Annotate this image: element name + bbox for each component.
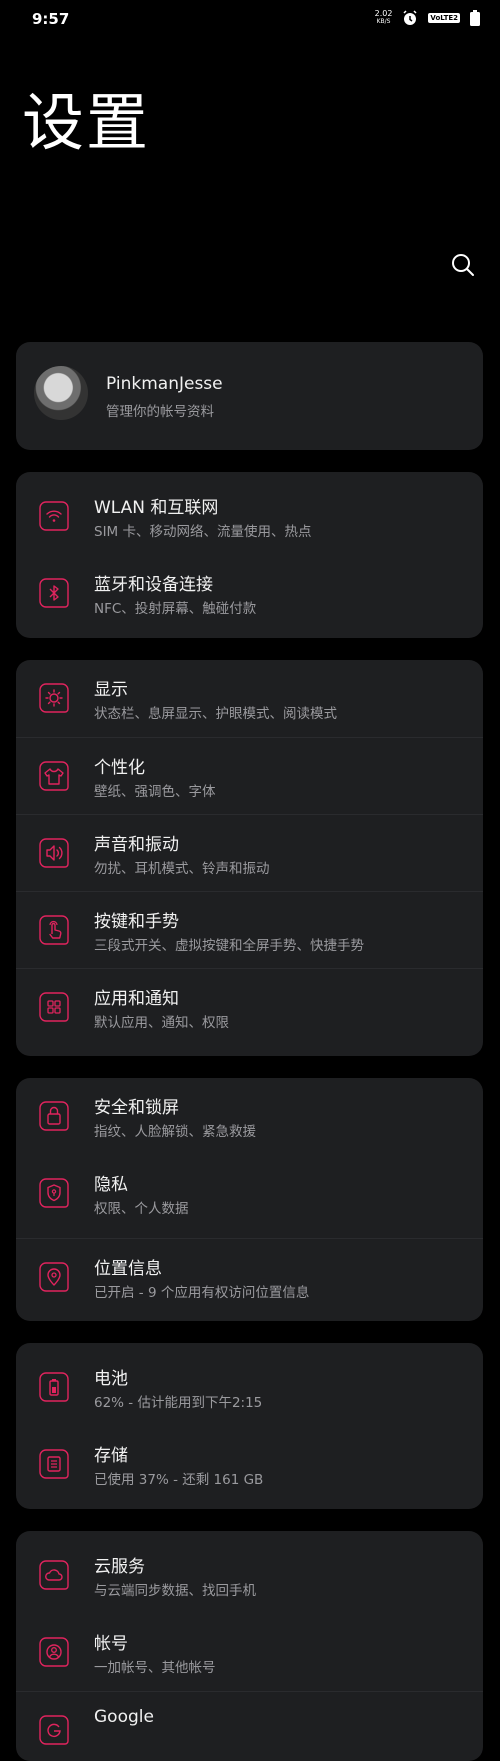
settings-item-subtitle: 默认应用、通知、权限 [94, 1015, 229, 1031]
storage-icon [39, 1449, 69, 1479]
settings-item-subtitle: SIM 卡、移动网络、流量使用、热点 [94, 524, 312, 540]
settings-item-battery[interactable]: 电池 62% - 估计能用到下午2:15 [16, 1349, 483, 1426]
volte-icon: VoLTE2 [428, 13, 460, 23]
search-icon[interactable] [448, 250, 478, 280]
settings-item-subtitle: 权限、个人数据 [94, 1201, 189, 1217]
settings-item-subtitle: 状态栏、息屏显示、护眼模式、阅读模式 [94, 706, 337, 722]
settings-item-wlan[interactable]: WLAN 和互联网 SIM 卡、移动网络、流量使用、热点 [16, 478, 483, 555]
settings-item-subtitle: NFC、投射屏幕、触碰付款 [94, 601, 257, 617]
status-time: 9:57 [32, 10, 70, 28]
wifi-icon [39, 501, 69, 531]
status-bar: 9:57 2.02 KB/S VoLTE2 [0, 0, 500, 40]
settings-item-subtitle: 已开启 - 9 个应用有权访问位置信息 [94, 1285, 310, 1301]
google-icon [39, 1715, 69, 1745]
cloud-icon [39, 1560, 69, 1590]
gesture-hand-icon [39, 915, 69, 945]
settings-item-location[interactable]: 位置信息 已开启 - 9 个应用有权访问位置信息 [16, 1238, 483, 1316]
page-title: 设置 [22, 86, 151, 159]
settings-item-subtitle: 指纹、人脸解锁、紧急救援 [94, 1124, 256, 1140]
profile-subtitle: 管理你的帐号资料 [106, 404, 214, 420]
settings-item-title: 应用和通知 [94, 989, 179, 1009]
net-speed-unit: KB/S [376, 18, 391, 25]
location-pin-icon [39, 1262, 69, 1292]
settings-item-subtitle: 壁纸、强调色、字体 [94, 784, 216, 800]
device-settings-card: 显示 状态栏、息屏显示、护眼模式、阅读模式 个性化 壁纸、强调色、字体 声音和振… [16, 660, 483, 1056]
settings-item-personalization[interactable]: 个性化 壁纸、强调色、字体 [16, 737, 483, 815]
settings-item-title: 帐号 [94, 1634, 128, 1654]
network-settings-card: WLAN 和互联网 SIM 卡、移动网络、流量使用、热点 蓝牙和设备连接 NFC… [16, 472, 483, 638]
settings-item-title: 声音和振动 [94, 835, 179, 855]
avatar [34, 366, 88, 420]
settings-item-subtitle: 62% - 估计能用到下午2:15 [94, 1395, 263, 1411]
settings-item-title: Google [94, 1707, 154, 1727]
settings-item-display[interactable]: 显示 状态栏、息屏显示、护眼模式、阅读模式 [16, 660, 483, 737]
settings-item-title: 存储 [94, 1446, 128, 1466]
speaker-icon [39, 838, 69, 868]
settings-item-apps-notifications[interactable]: 应用和通知 默认应用、通知、权限 [16, 968, 483, 1046]
settings-item-subtitle: 与云端同步数据、找回手机 [94, 1583, 256, 1599]
security-settings-card: 安全和锁屏 指纹、人脸解锁、紧急救援 隐私 权限、个人数据 位置信息 已开启 -… [16, 1078, 483, 1321]
settings-item-title: 安全和锁屏 [94, 1098, 179, 1118]
settings-item-buttons-gestures[interactable]: 按键和手势 三段式开关、虚拟按键和全屏手势、快捷手势 [16, 891, 483, 969]
settings-item-bluetooth[interactable]: 蓝牙和设备连接 NFC、投射屏幕、触碰付款 [16, 555, 483, 632]
settings-item-title: 显示 [94, 680, 128, 700]
settings-item-subtitle: 勿扰、耳机模式、铃声和振动 [94, 861, 270, 877]
bluetooth-icon [39, 578, 69, 608]
status-icons: 2.02 KB/S VoLTE2 [375, 10, 480, 26]
settings-item-title: 按键和手势 [94, 912, 179, 932]
settings-item-google[interactable]: Google [16, 1691, 483, 1761]
account-icon [39, 1637, 69, 1667]
settings-item-subtitle: 已使用 37% - 还剩 161 GB [94, 1472, 264, 1488]
settings-item-title: 电池 [94, 1369, 128, 1389]
settings-item-storage[interactable]: 存储 已使用 37% - 还剩 161 GB [16, 1426, 483, 1503]
battery-status-icon [470, 10, 480, 26]
battery-storage-card: 电池 62% - 估计能用到下午2:15 存储 已使用 37% - 还剩 161… [16, 1343, 483, 1509]
apps-grid-icon [39, 992, 69, 1022]
settings-item-cloud[interactable]: 云服务 与云端同步数据、找回手机 [16, 1537, 483, 1614]
net-speed-indicator: 2.02 KB/S [375, 10, 393, 26]
profile-card[interactable]: PinkmanJesse 管理你的帐号资料 [16, 342, 483, 450]
settings-item-title: 隐私 [94, 1175, 128, 1195]
settings-item-title: 云服务 [94, 1557, 145, 1577]
settings-item-title: 个性化 [94, 758, 145, 778]
settings-item-title: 位置信息 [94, 1259, 162, 1279]
settings-item-sound[interactable]: 声音和振动 勿扰、耳机模式、铃声和振动 [16, 814, 483, 892]
alarm-icon [403, 10, 417, 25]
settings-item-security-lockscreen[interactable]: 安全和锁屏 指纹、人脸解锁、紧急救援 [16, 1078, 483, 1155]
settings-item-subtitle: 三段式开关、虚拟按键和全屏手势、快捷手势 [94, 938, 364, 954]
settings-item-title: 蓝牙和设备连接 [94, 575, 213, 595]
account-settings-card: 云服务 与云端同步数据、找回手机 帐号 一加帐号、其他帐号 Google [16, 1531, 483, 1761]
tshirt-icon [39, 761, 69, 791]
lock-icon [39, 1101, 69, 1131]
settings-item-title: WLAN 和互联网 [94, 498, 219, 518]
settings-item-privacy[interactable]: 隐私 权限、个人数据 [16, 1155, 483, 1232]
privacy-shield-icon [39, 1178, 69, 1208]
brightness-icon [39, 683, 69, 713]
battery-icon [39, 1372, 69, 1402]
settings-item-subtitle: 一加帐号、其他帐号 [94, 1660, 216, 1676]
profile-name: PinkmanJesse [106, 374, 223, 394]
net-speed-value: 2.02 [374, 9, 393, 18]
settings-item-account[interactable]: 帐号 一加帐号、其他帐号 [16, 1614, 483, 1691]
